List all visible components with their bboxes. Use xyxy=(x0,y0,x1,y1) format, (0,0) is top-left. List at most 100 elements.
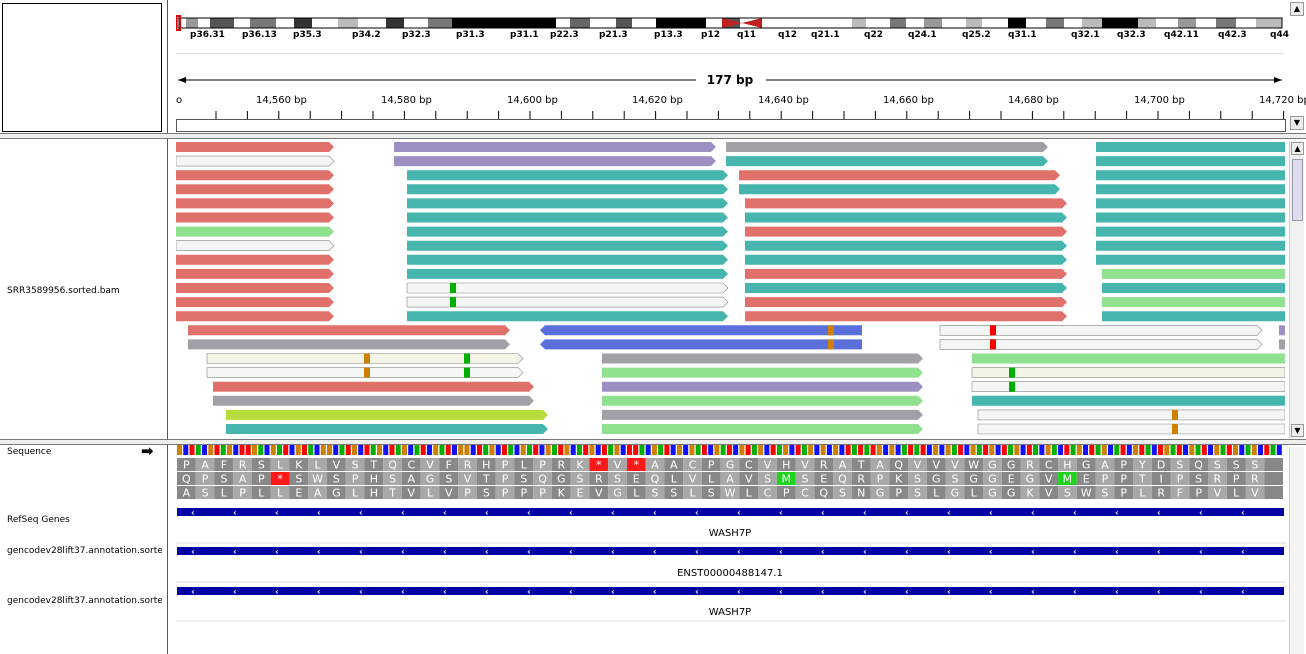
base xyxy=(583,445,589,455)
amino-acid: S xyxy=(951,473,958,486)
ideogram-band-label: p12 xyxy=(701,30,720,40)
amino-acid: C xyxy=(1045,459,1053,472)
base xyxy=(364,445,370,455)
aligned-read xyxy=(176,240,335,251)
sequence-track-label[interactable]: Sequence xyxy=(7,447,51,457)
header-scroll-down[interactable]: ▼ xyxy=(1290,116,1304,130)
base xyxy=(751,445,757,455)
amino-acid: V xyxy=(464,473,472,486)
aligned-read xyxy=(972,353,1285,364)
base xyxy=(801,445,807,455)
mismatch-mark xyxy=(464,367,470,378)
amino-acid: L xyxy=(521,459,528,472)
amino-acid: V xyxy=(408,487,416,500)
alignment-panel[interactable] xyxy=(176,141,1285,438)
alignment-scroll-down[interactable]: ▼ xyxy=(1291,424,1304,437)
amino-acid: E xyxy=(295,487,302,500)
ideogram-band-label: q32.1 xyxy=(1071,30,1100,40)
strand-chevron-icon: ‹ xyxy=(569,548,573,558)
amino-acid: S xyxy=(914,473,921,486)
alignment-scroll-thumb[interactable] xyxy=(1292,159,1303,221)
base xyxy=(864,445,870,455)
aligned-read xyxy=(939,325,1263,336)
amino-acid: S xyxy=(1251,459,1258,472)
base xyxy=(808,445,814,455)
amino-acid: S xyxy=(839,487,846,500)
base xyxy=(701,445,707,455)
strand-chevron-icon: ‹ xyxy=(905,509,909,519)
amino-acid: M xyxy=(781,473,791,486)
alignment-reads[interactable] xyxy=(176,141,1285,438)
strand-chevron-icon: ‹ xyxy=(317,548,321,558)
strand-chevron-icon: ‹ xyxy=(653,588,657,598)
amino-acid: R xyxy=(1157,487,1165,500)
strand-chevron-icon: ‹ xyxy=(401,509,405,519)
mismatch-mark xyxy=(450,297,456,308)
refseq-track-label[interactable]: RefSeq Genes xyxy=(7,515,70,525)
base xyxy=(470,445,476,455)
base xyxy=(1064,445,1070,455)
base xyxy=(1145,445,1151,455)
aligned-read xyxy=(971,367,1285,378)
mismatch-mark xyxy=(828,325,834,336)
strand-chevron-icon: ‹ xyxy=(191,509,195,519)
base xyxy=(308,445,314,455)
ruler-scroll-box[interactable] xyxy=(176,119,1286,132)
aligned-read xyxy=(972,395,1285,406)
base xyxy=(558,445,564,455)
amino-acid: P xyxy=(877,473,884,486)
strand-chevron-icon: ‹ xyxy=(359,509,363,519)
amino-acid: V xyxy=(333,459,341,472)
base xyxy=(295,445,301,455)
base xyxy=(1258,445,1264,455)
aligned-read xyxy=(1279,339,1285,350)
amino-acid: P xyxy=(520,487,527,500)
aligned-read xyxy=(188,325,510,336)
amino-acid: L xyxy=(258,487,265,500)
amino-acid: V xyxy=(426,459,434,472)
amino-acid: A xyxy=(183,487,191,500)
amino-acid: G xyxy=(426,473,435,486)
ruler-tick-label: 14,580 bp xyxy=(381,95,432,106)
bam-track-label[interactable]: SRR3589956.sorted.bam xyxy=(7,286,120,296)
aligned-read xyxy=(394,156,716,167)
gencode2-track-label[interactable]: gencodev28lift37.annotation.sorted.gtf xyxy=(7,596,162,606)
header-scroll-up[interactable]: ▲ xyxy=(1290,2,1304,16)
aligned-read xyxy=(1096,170,1285,181)
amino-acid: K xyxy=(1026,487,1034,500)
aligned-read xyxy=(213,381,534,392)
strand-chevron-icon: ‹ xyxy=(443,509,447,519)
lower-scrollbar[interactable] xyxy=(1289,447,1304,654)
amino-acid: R xyxy=(595,473,603,486)
amino-acid: F xyxy=(221,459,227,472)
amino-acid: S xyxy=(652,487,659,500)
alignment-scroll-up[interactable]: ▲ xyxy=(1291,142,1304,155)
aligned-read xyxy=(394,142,716,152)
base xyxy=(283,445,289,455)
aligned-read xyxy=(407,226,728,237)
base xyxy=(1276,445,1282,455)
name-panel-header xyxy=(2,3,162,132)
strand-chevron-icon: ‹ xyxy=(695,509,699,519)
aligned-read xyxy=(540,325,862,336)
strand-chevron-icon: ‹ xyxy=(611,588,615,598)
panel-divider-1[interactable] xyxy=(0,133,1306,139)
mismatch-mark xyxy=(1009,367,1015,378)
amino-acid: S xyxy=(520,473,527,486)
alignment-scrollbar[interactable]: ▲ ▼ xyxy=(1289,141,1304,438)
strand-arrow-icon[interactable]: ➡ xyxy=(141,442,154,460)
base xyxy=(1058,445,1064,455)
ideogram-band-label: q24.1 xyxy=(908,30,937,40)
strand-chevron-icon: ‹ xyxy=(821,509,825,519)
base xyxy=(1233,445,1239,455)
aligned-read xyxy=(226,424,548,434)
aligned-read xyxy=(176,226,334,237)
base xyxy=(1008,445,1014,455)
amino-acid: L xyxy=(633,487,640,500)
amino-acid: S xyxy=(1064,487,1071,500)
ruler-tick-label: 14,620 bp xyxy=(632,95,683,106)
strand-chevron-icon: ‹ xyxy=(233,588,237,598)
gencode1-track-label[interactable]: gencodev28lift37.annotation.sorted.gtf xyxy=(7,546,162,556)
name-panel-divider xyxy=(167,0,168,654)
ideogram-band-label: p32.3 xyxy=(402,30,431,40)
